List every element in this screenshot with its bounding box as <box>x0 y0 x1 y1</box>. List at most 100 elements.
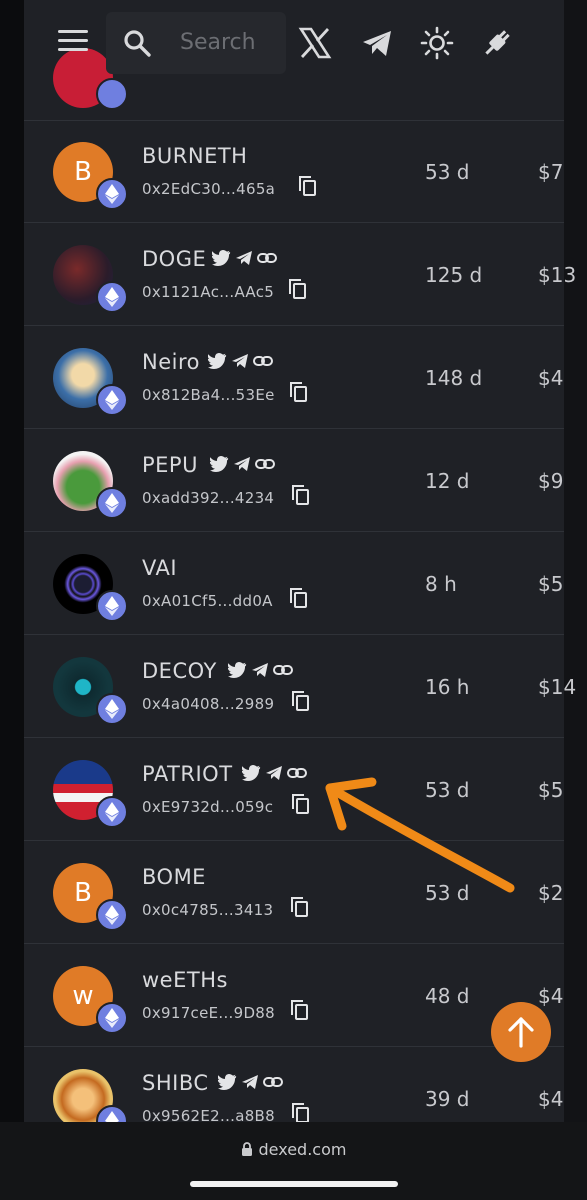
token-address: 0xadd392...4234 <box>142 489 275 507</box>
token-name[interactable]: PATRIOT <box>142 762 233 786</box>
social-links <box>217 1074 287 1094</box>
token-address: 0x812Ba4...53Ee <box>142 386 275 404</box>
telegram-icon[interactable] <box>265 765 283 785</box>
ethereum-badge-icon <box>96 693 128 725</box>
token-address: 0xA01Cf5...dd0A <box>142 592 273 610</box>
telegram-icon[interactable] <box>235 250 253 270</box>
copy-icon[interactable] <box>290 1102 310 1124</box>
copy-icon[interactable] <box>288 381 308 403</box>
social-links <box>207 353 277 373</box>
token-address: 0x0c4785...3413 <box>142 901 274 919</box>
token-address: 0x2EdC30...465a <box>142 180 276 198</box>
twitter-icon[interactable] <box>211 250 231 270</box>
token-price: $14 <box>538 675 577 699</box>
token-name[interactable]: weETHs <box>142 968 228 992</box>
twitter-icon[interactable] <box>227 662 247 682</box>
twitter-icon[interactable] <box>207 353 227 373</box>
token-address: 0x917ceE...9D88 <box>142 1004 275 1022</box>
arrow-up-icon <box>508 1017 534 1048</box>
table-row[interactable]: w weETHs 0x917ceE...9D88 48 d $4 <box>24 944 564 1047</box>
search-input[interactable]: Search <box>180 30 256 55</box>
search-icon <box>124 30 151 57</box>
twitter-icon[interactable] <box>241 765 261 785</box>
url-text: dexed.com <box>258 1140 347 1159</box>
token-age: 48 d <box>425 984 470 1008</box>
token-name[interactable]: VAI <box>142 556 177 580</box>
token-age: 53 d <box>425 160 470 184</box>
top-navbar: Search <box>0 0 587 88</box>
link-icon[interactable] <box>273 662 293 682</box>
token-age: 39 d <box>425 1087 470 1111</box>
token-name[interactable]: DOGE <box>142 247 206 271</box>
token-name[interactable]: BOME <box>142 865 206 889</box>
token-name[interactable]: PEPU <box>142 453 198 477</box>
token-age: 16 h <box>425 675 470 699</box>
telegram-icon[interactable] <box>241 1074 259 1094</box>
token-name[interactable]: SHIBC <box>142 1071 209 1095</box>
token-age: 125 d <box>425 263 483 287</box>
lock-icon <box>241 1142 252 1156</box>
twitter-icon[interactable] <box>217 1074 237 1094</box>
table-row[interactable]: DOGE 0x1121Ac...AAc5 125 d $13 <box>24 223 576 326</box>
social-links <box>211 250 281 270</box>
copy-icon[interactable] <box>289 999 309 1021</box>
telegram-icon[interactable] <box>360 26 394 60</box>
theme-icon[interactable] <box>420 26 454 60</box>
token-age: 12 d <box>425 469 470 493</box>
table-row[interactable]: Neiro 0x812Ba4...53Ee 148 d $4 <box>24 326 564 429</box>
token-address: 0x1121Ac...AAc5 <box>142 283 275 301</box>
token-price: $5 <box>538 778 564 802</box>
token-address: 0x4a0408...2989 <box>142 695 275 713</box>
url-bar[interactable]: dexed.com <box>0 1140 587 1159</box>
table-row[interactable]: PEPU 0xadd392...4234 12 d $9 <box>24 429 564 532</box>
twitter-icon[interactable] <box>209 456 229 476</box>
annotation-arrow <box>325 777 515 893</box>
token-age: 8 h <box>425 572 457 596</box>
token-age: 148 d <box>425 366 483 390</box>
token-name[interactable]: BURNETH <box>142 144 247 168</box>
token-name[interactable]: DECOY <box>142 659 217 683</box>
copy-icon[interactable] <box>290 690 310 712</box>
copy-icon[interactable] <box>288 587 308 609</box>
telegram-icon[interactable] <box>233 456 251 476</box>
ethereum-badge-icon <box>96 384 128 416</box>
search-box[interactable]: Search <box>106 12 286 74</box>
ethereum-badge-icon <box>96 590 128 622</box>
token-price: $2 <box>538 881 564 905</box>
telegram-icon[interactable] <box>231 353 249 373</box>
token-price: $13 <box>538 263 577 287</box>
link-icon[interactable] <box>257 250 277 270</box>
copy-icon[interactable] <box>287 278 307 300</box>
ethereum-badge-icon <box>96 1002 128 1034</box>
token-name[interactable]: Neiro <box>142 350 200 374</box>
telegram-icon[interactable] <box>251 662 269 682</box>
home-indicator <box>190 1181 398 1187</box>
social-links <box>209 456 279 476</box>
token-price: $7 <box>538 160 564 184</box>
ethereum-badge-icon <box>96 281 128 313</box>
social-links <box>227 662 297 682</box>
token-price: $9 <box>538 469 564 493</box>
link-icon[interactable] <box>263 1074 283 1094</box>
browser-bottom-bar <box>0 1122 587 1200</box>
ethereum-badge-icon <box>96 178 128 210</box>
link-icon[interactable] <box>255 456 275 476</box>
token-price: $5 <box>538 572 564 596</box>
menu-icon[interactable] <box>58 30 88 54</box>
copy-icon[interactable] <box>297 175 317 197</box>
table-row[interactable]: VAI 0xA01Cf5...dd0A 8 h $5 <box>24 532 564 635</box>
ethereum-badge-icon <box>96 487 128 519</box>
token-address: 0xE9732d...059c <box>142 798 274 816</box>
x-icon[interactable] <box>298 26 332 60</box>
copy-icon[interactable] <box>290 484 310 506</box>
link-icon[interactable] <box>253 353 273 373</box>
table-row[interactable]: B BURNETH 0x2EdC30...465a 53 d $7 <box>24 120 564 223</box>
table-row[interactable]: DECOY 0x4a0408...2989 16 h $14 <box>24 635 576 738</box>
ethereum-badge-icon <box>96 899 128 931</box>
token-price: $4 <box>538 1087 564 1111</box>
plug-icon[interactable] <box>480 26 514 60</box>
ethereum-badge-icon <box>96 796 128 828</box>
scroll-to-top-button[interactable] <box>491 1002 551 1062</box>
scroll-edge <box>564 0 587 1122</box>
token-price: $4 <box>538 366 564 390</box>
